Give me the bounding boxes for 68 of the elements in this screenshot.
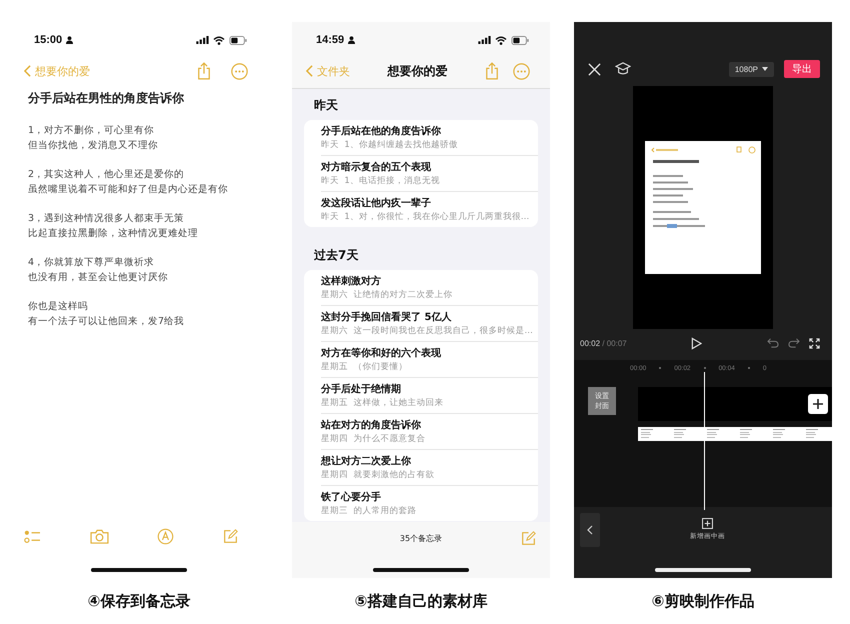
more-icon[interactable]: [231, 62, 248, 80]
play-icon[interactable]: [691, 336, 702, 350]
note-row[interactable]: 这封分手挽回信看哭了 5亿人 星期六 这一段时间我也在反思我自己，很多时候是…: [321, 305, 538, 341]
note-title: 分手后站在男性的角度告诉你: [26, 90, 185, 107]
note-line: 也没有用，甚至会让他更讨厌你: [28, 271, 169, 285]
note-line: 2，其实这种人，他心里还是爱你的: [28, 168, 186, 182]
plus-square-icon: [702, 518, 713, 530]
note-row[interactable]: 分手后站在他的角度告诉你 昨天 1、你越纠缠越去找他越骄傲: [321, 120, 538, 155]
signal-icon: [478, 36, 491, 44]
folder-title: 想要你的爱: [386, 62, 448, 80]
note-row[interactable]: 对方在等你和好的六个表现 星期五 （你们要懂）: [321, 341, 538, 377]
resolution-dropdown[interactable]: 1080P: [728, 62, 774, 76]
plus-icon: [813, 399, 823, 410]
status-time: 14:59: [316, 34, 344, 46]
signal-icon: [196, 36, 209, 44]
note-line: 3，遇到这种情况很多人都束手无策: [28, 212, 186, 226]
ruler-dot: [748, 367, 750, 370]
note-line: 但当你找他，发消息又不理你: [28, 139, 159, 153]
more-icon[interactable]: [513, 62, 530, 80]
step-caption: ④保存到备忘录: [88, 592, 190, 611]
total-time: / 00:07: [602, 338, 627, 348]
note-row[interactable]: 铁了心要分手 星期三 的人常用的套路: [321, 485, 538, 521]
note-row[interactable]: 发这段话让他内疚一辈子 昨天 1、对，你很忙，我在你心里几斤几两重我很…: [321, 191, 538, 227]
section-heading: 过去7天: [313, 247, 360, 264]
add-clip-button[interactable]: [808, 394, 828, 414]
current-time: 00:02: [580, 338, 600, 348]
caret-down-icon: [762, 67, 768, 71]
note-line: 你也是这样吗: [28, 300, 89, 314]
chevron-left-icon: [306, 65, 313, 77]
undo-icon[interactable]: [767, 338, 780, 348]
note-row[interactable]: 对方暗示复合的五个表现 昨天 1、电话拒接，消息无视: [321, 155, 538, 191]
chevron-left-icon: [24, 65, 31, 77]
camera-icon[interactable]: [90, 528, 109, 544]
export-button[interactable]: 导出: [784, 60, 820, 78]
checklist-icon[interactable]: [24, 528, 41, 544]
graduation-cap-icon[interactable]: [615, 62, 631, 76]
note-line: 比起直接拉黑删除，这种情况更难处理: [28, 227, 199, 241]
battery-icon: [229, 36, 248, 44]
ruler-dot: [704, 367, 706, 370]
compose-icon[interactable]: [222, 528, 238, 544]
compose-icon[interactable]: [521, 530, 536, 546]
status-time: 15:00: [34, 34, 62, 46]
notes-count: 35个备忘录: [400, 532, 442, 544]
step-caption: ⑤搭建自己的素材库: [354, 592, 488, 611]
wifi-icon: [495, 36, 507, 44]
wifi-icon: [213, 36, 225, 44]
note-row[interactable]: 分手后处于绝情期 星期五 这样做，让她主动回来: [321, 377, 538, 413]
fullscreen-icon[interactable]: [809, 338, 820, 349]
step-caption: ⑥剪映制作作品: [652, 592, 754, 611]
person-icon: [66, 36, 74, 44]
note-line: 4，你就算放下尊严卑微祈求: [28, 256, 156, 270]
redo-icon[interactable]: [788, 338, 800, 348]
chevron-left-icon: [587, 524, 593, 535]
note-row[interactable]: 站在对方的角度告诉你 星期四 为什么不愿意复合: [321, 413, 538, 449]
note-row[interactable]: 这样刺激对方 星期六 让绝情的对方二次爱上你: [321, 270, 538, 305]
back-button[interactable]: [580, 512, 600, 547]
note-row[interactable]: 想让对方二次爱上你 星期四 就要刺激他的占有欲: [321, 449, 538, 485]
section-heading: 昨天: [313, 97, 339, 114]
share-icon[interactable]: [197, 62, 211, 80]
note-line: 1，对方不删你，可心里有你: [28, 124, 156, 138]
note-line: 有一个法子可以让他回来，发7给我: [28, 315, 186, 329]
battery-icon: [511, 36, 530, 44]
person-icon: [348, 36, 356, 44]
note-line: 虽然嘴里说着不可能和好了但是内心还是有你: [28, 183, 229, 197]
pen-circle-icon[interactable]: [157, 528, 174, 544]
close-icon[interactable]: [588, 62, 601, 76]
ruler-dot: [659, 367, 662, 370]
share-icon[interactable]: [485, 62, 499, 80]
